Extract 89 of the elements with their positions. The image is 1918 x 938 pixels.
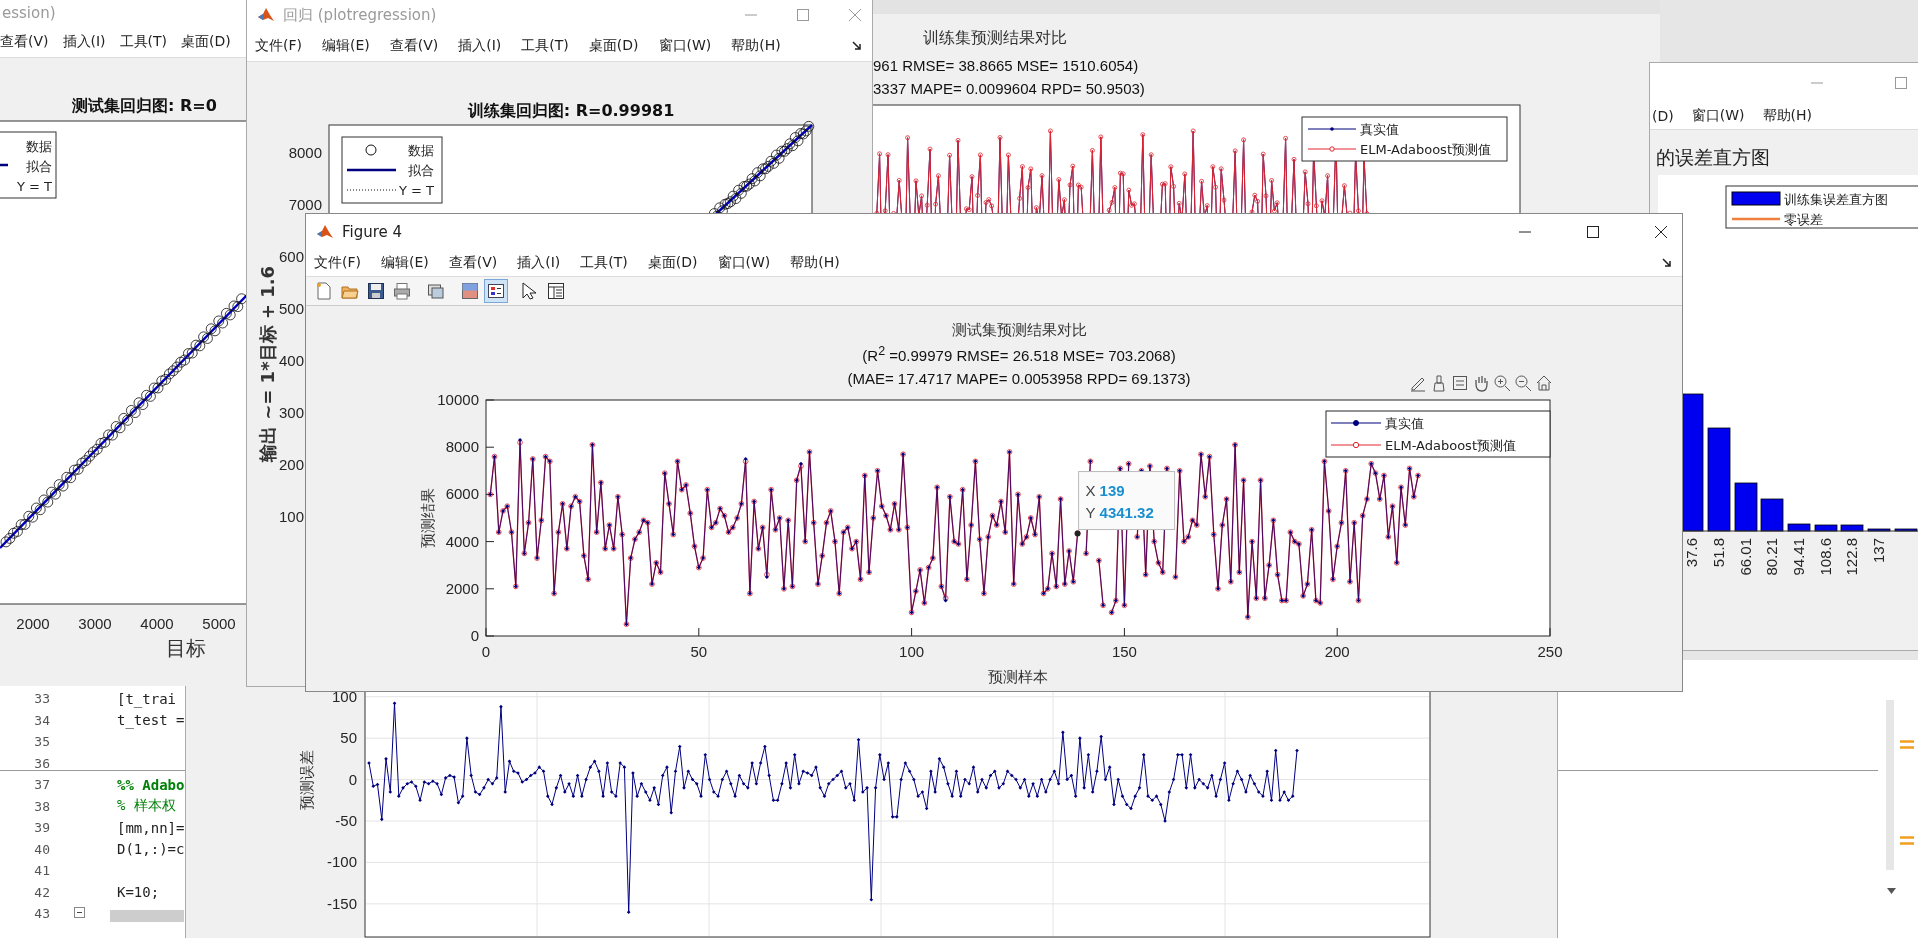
tick-label: 250: [1537, 643, 1563, 660]
legend-label: Y = T: [398, 183, 434, 198]
tick-label: 500: [278, 300, 304, 317]
tick-label: 300: [278, 404, 304, 421]
axis-label: 输出 ~= 1*目标 + 1.6: [257, 265, 278, 463]
stats-text: 3337 MAPE= 0.0099604 RPD= 50.9503): [873, 80, 1145, 97]
legend-label: 拟合: [408, 163, 434, 178]
tick-label: 122.8: [1843, 538, 1860, 576]
tick-label: -100: [326, 853, 357, 871]
legend-label: 数据: [408, 143, 434, 158]
tick-label: 80.21: [1763, 538, 1780, 576]
tick-label: 0: [470, 627, 479, 644]
tick-label: 137: [1870, 538, 1887, 564]
tick-label: 8000: [445, 438, 479, 456]
tick-label: 100: [278, 508, 304, 525]
code-line: % 样本权: [117, 797, 176, 816]
tick-label: 8000: [288, 144, 322, 161]
legend-label: 真实值: [1385, 416, 1424, 431]
tick-label: 200: [1324, 643, 1350, 660]
line-number: 34: [33, 712, 50, 728]
chart-title: 的误差直方图: [1656, 146, 1770, 168]
tick-label: 150: [1111, 643, 1137, 660]
stats-text: 961 RMSE= 38.8665 MSE= 1510.6054): [873, 57, 1139, 74]
tick-label: 108.6: [1817, 538, 1834, 576]
legend-label: 数据: [26, 139, 52, 154]
axis-label: 预测结果: [419, 488, 437, 548]
legend-label: 拟合: [26, 159, 52, 174]
tick-label: 10000: [437, 392, 479, 408]
code-line: K=10;: [117, 884, 160, 901]
code-line: [t_trai: [117, 690, 176, 707]
plot-title: 测试集回归图: R=0: [72, 96, 217, 115]
line-number: 36: [33, 755, 50, 771]
stats-text: (MAE= 17.4717 MAPE= 0.0053958 RPD= 69.1373): [847, 369, 1191, 389]
tick-label: 200: [278, 456, 304, 473]
tick-label: 94.41: [1790, 538, 1807, 576]
legend-label: 训练集误差直方图: [1784, 192, 1888, 207]
legend-label: 真实值: [1360, 122, 1399, 137]
tick-label: 2000: [16, 615, 50, 632]
tick-label: 5000: [202, 615, 236, 632]
tick-label: -150: [326, 894, 357, 912]
code-line: %% Adabo: [117, 776, 185, 793]
tick-label: 4000: [140, 615, 174, 632]
window-title: Figure 4: [342, 223, 403, 241]
chart-title: 训练集预测结果对比: [923, 28, 1067, 47]
line-number: 35: [33, 734, 50, 750]
line-number: 43: [33, 906, 50, 922]
line-number: 39: [33, 820, 50, 836]
tick-label: -50: [335, 812, 357, 829]
tick-label: 4000: [445, 532, 479, 550]
axis-label: 目标: [166, 636, 206, 660]
code-line: t_test =: [117, 712, 185, 729]
datatip-x-label: X: [1085, 481, 1096, 499]
tick-label: 0: [348, 770, 357, 788]
legend-label: 零误差: [1784, 212, 1823, 227]
chart-title: 测试集预测结果对比: [951, 320, 1087, 340]
line-number: 37: [33, 777, 50, 793]
legend-label: Y = T: [16, 179, 52, 194]
code-line: D(1,:)=c: [117, 841, 185, 858]
axis-label: 预测样本: [988, 668, 1048, 686]
datatip-x-value: 139: [1099, 481, 1125, 499]
tick-label: 3000: [78, 615, 112, 632]
tick-label: 66.01: [1737, 538, 1754, 576]
tick-label: 400: [278, 352, 304, 369]
datatip-y-label: Y: [1085, 503, 1096, 521]
window-title: ession): [2, 4, 56, 22]
tick-label: 7000: [288, 196, 322, 213]
line-number: 42: [33, 884, 50, 900]
tick-label: 50: [690, 643, 708, 660]
tick-label: 2000: [445, 579, 479, 597]
legend-label: ELM-Adaboost预测值: [1385, 438, 1516, 453]
tick-label: 6000: [445, 485, 479, 503]
stats-text: (R$^{2}$ =0.99979 RMSE= 26.518 MSE= 703.2068): [862, 343, 1176, 366]
tick-label: 100: [331, 687, 357, 705]
tick-label: 600: [278, 248, 304, 265]
legend-label: ELM-Adaboost预测值: [1360, 142, 1491, 157]
axis-label: 预测误差: [298, 750, 316, 810]
datatip-y-value: 4341.32: [1099, 503, 1154, 521]
tick-label: 51.8: [1710, 538, 1727, 568]
code-line: [mm,nn]=: [117, 819, 185, 836]
line-number: 38: [33, 798, 50, 814]
tick-label: 37.6: [1683, 538, 1700, 568]
line-number: 41: [33, 863, 50, 879]
tick-label: 0: [481, 643, 491, 660]
plot-title: 训练集回归图: R=0.99981: [467, 101, 675, 120]
tick-label: 50: [340, 729, 357, 747]
window-title: 回归 (plotregression): [283, 5, 437, 25]
line-number: 40: [33, 841, 50, 857]
tick-label: 100: [899, 643, 925, 660]
line-number: 33: [33, 691, 50, 707]
